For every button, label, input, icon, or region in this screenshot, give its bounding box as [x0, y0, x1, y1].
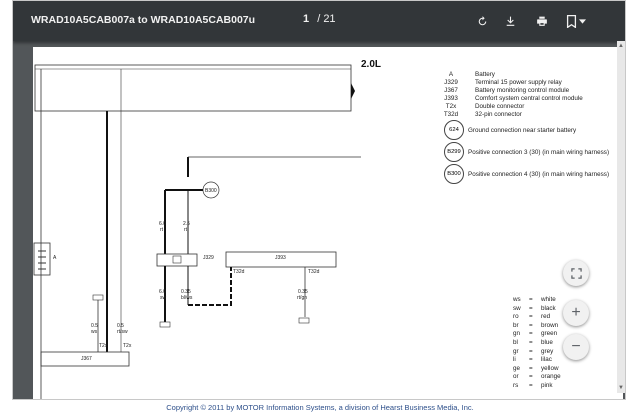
connector-label: T2x	[123, 343, 132, 349]
vertical-scrollbar[interactable]: ▲ ▼	[617, 41, 625, 393]
scroll-down-arrow-icon[interactable]: ▼	[618, 385, 624, 391]
rotate-icon	[478, 15, 486, 25]
bookmark-menu-button[interactable]	[563, 11, 589, 31]
viewer-toolbar: WRAD10A5CAB007a to WRAD10A5CAB007u 1 / 2…	[13, 1, 625, 41]
color-row: rs = pink	[513, 381, 553, 389]
fit-to-page-button[interactable]	[563, 260, 589, 286]
j329-label: J329	[203, 255, 214, 261]
page-total: 21	[323, 13, 336, 25]
fit-to-page-icon	[570, 267, 582, 279]
scroll-up-arrow-icon[interactable]: ▲	[618, 43, 624, 49]
j393-label: J393	[275, 255, 286, 261]
connector-arrow	[351, 83, 355, 99]
ground-symbol: B299	[444, 142, 464, 162]
rotate-button[interactable]	[471, 11, 493, 31]
connector-label: T32d	[308, 269, 320, 275]
battery-symbol	[33, 242, 51, 276]
zoom-out-button[interactable]: −	[563, 334, 589, 360]
color-row: ge = yellow	[513, 364, 559, 372]
pdf-viewer: WRAD10A5CAB007a to WRAD10A5CAB007u 1 / 2…	[12, 0, 626, 400]
download-button[interactable]	[499, 11, 521, 31]
connector-label: T32d	[233, 269, 245, 275]
print-button[interactable]	[531, 11, 553, 31]
wire-color: bl/ws	[181, 295, 193, 301]
print-icon	[537, 16, 547, 26]
j367-label: J367	[81, 356, 92, 362]
document-page: 2.0L A B300 6.0 rt 2.5 rt J329 J393 6.0 …	[33, 47, 623, 399]
wire-color: rt	[184, 227, 188, 233]
engine-label: 2.0L	[361, 59, 381, 70]
wire-color: rt	[160, 227, 164, 233]
zoom-in-button[interactable]: +	[563, 300, 589, 326]
wire-color: sw	[160, 295, 167, 301]
page-current-input[interactable]: 1	[303, 13, 309, 25]
document-title: WRAD10A5CAB007a to WRAD10A5CAB007u	[31, 14, 256, 26]
wire-color: rt/sw	[117, 329, 128, 335]
wire-color: rt/gn	[297, 295, 307, 301]
connector-label: T2x	[99, 343, 108, 349]
chevron-down-icon	[579, 18, 586, 24]
ground-desc: Positive connection 3 (30) (in main wiri…	[468, 149, 610, 156]
ground-desc: Positive connection 4 (30) (in main wiri…	[468, 171, 610, 178]
b300-label: B300	[205, 188, 217, 194]
page-separator: /	[317, 13, 321, 25]
wire-color: ws	[91, 329, 98, 335]
battery-label: A	[53, 255, 57, 261]
bookmark-icon	[566, 14, 577, 28]
ground-symbol: B300	[444, 164, 464, 184]
copyright-footer: Copyright © 2011 by MOTOR Information Sy…	[166, 403, 474, 412]
ground-desc: Ground connection near starter battery	[468, 127, 577, 134]
download-icon	[506, 16, 514, 26]
color-row: or = orange	[513, 373, 561, 381]
page-indicator: 1 / 21	[303, 13, 336, 25]
ground-symbol: 624	[444, 120, 464, 140]
